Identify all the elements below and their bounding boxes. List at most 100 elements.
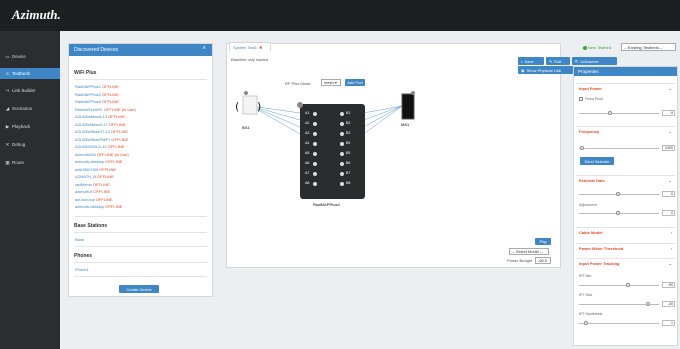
port-connector[interactable]: [340, 122, 344, 126]
slider-handle[interactable]: [584, 321, 588, 325]
port-connector[interactable]: [340, 182, 344, 186]
device-list-item[interactable]: RadMAPPlus2OFFLINE: [75, 92, 119, 97]
sidebar-item-device[interactable]: ▭ Device: [0, 51, 60, 62]
port-connector[interactable]: [313, 142, 317, 146]
input-power-section[interactable]: Input Power ⌄: [576, 83, 675, 92]
device-list-item[interactable]: RadMAPPlus1OFFLINE: [75, 84, 119, 89]
create-device-button[interactable]: Create Device: [119, 285, 159, 293]
frequency-value[interactable]: 2400: [662, 145, 675, 151]
port-label[interactable]: B8: [346, 181, 350, 185]
port-label[interactable]: A1: [305, 111, 309, 115]
sidebar-item-scenarios[interactable]: ◢ Scenarios: [0, 103, 60, 114]
port-connector[interactable]: [313, 172, 317, 176]
ipt-hysteresis-slider[interactable]: [579, 323, 659, 324]
cable-model-section[interactable]: Cable Model ›: [576, 227, 675, 236]
pkg-button[interactable]: Pkg: [535, 238, 551, 245]
device-list-item[interactable]: AZLB3WiMaxVT-12OFFLINE: [75, 129, 128, 134]
ipt-min-slider[interactable]: [579, 285, 659, 286]
device-list-item[interactable]: RadMAPPlus3OFFLINE: [75, 99, 119, 104]
port-label[interactable]: B3: [346, 131, 350, 135]
port-label[interactable]: B2: [346, 121, 350, 125]
port-connector[interactable]: [340, 152, 344, 156]
slider-handle[interactable]: [616, 192, 620, 196]
slider-handle[interactable]: [580, 146, 584, 150]
base-station-item[interactable]: Base: [75, 237, 84, 242]
slider-handle[interactable]: [626, 283, 630, 287]
fixed-point-checkbox[interactable]: [579, 97, 583, 101]
port-connector[interactable]: [313, 112, 317, 116]
port-connector[interactable]: [340, 142, 344, 146]
device-list-item[interactable]: AZLB3WiMaxPMP1OFFLINE: [75, 137, 128, 142]
frequency-slider[interactable]: [579, 148, 659, 149]
ipt-max-value[interactable]: -30: [662, 301, 675, 307]
sidebar-item-debug[interactable]: ✕ Debug: [0, 139, 60, 150]
exit-button[interactable]: ✎ Exit: [546, 57, 570, 65]
port-label[interactable]: B1: [346, 111, 350, 115]
existing-testbeds-select[interactable]: -- Existing Testbeds --: [621, 43, 676, 51]
input-power-value[interactable]: -9: [662, 110, 675, 116]
port-connector[interactable]: [313, 132, 317, 136]
port-label[interactable]: B6: [346, 161, 350, 165]
sidebar-item-route[interactable]: ▦ Route: [0, 157, 60, 168]
port-label[interactable]: B4: [346, 141, 350, 145]
slider-handle[interactable]: [616, 211, 620, 215]
input-power-tracking-section[interactable]: Input Power Tracking ⌄: [576, 258, 675, 267]
port-connector[interactable]: [340, 162, 344, 166]
device-list-item[interactable]: AZLB3WiMax4-17OFFLINE: [75, 122, 125, 127]
device-list-item[interactable]: azimuth-desktopOFFLINE: [75, 204, 122, 209]
port-connector[interactable]: [313, 122, 317, 126]
ipt-hysteresis-value[interactable]: 1: [662, 320, 675, 326]
device-list-item[interactable]: azimuth038OFFLINE (in Use): [75, 152, 129, 157]
port-label[interactable]: A8: [305, 181, 309, 185]
external-gain-value[interactable]: 0: [662, 191, 675, 197]
device-list-item[interactable]: azimuth-desktopOFFLINE: [75, 159, 122, 164]
port-label[interactable]: A2: [305, 121, 309, 125]
panel-header[interactable]: Discovered Devices ˄: [69, 44, 212, 56]
slider-handle[interactable]: [646, 302, 650, 306]
sidebar-item-testbeds[interactable]: ≡ Testbeds: [0, 68, 60, 79]
new-testbed-link[interactable]: New Testbed: [583, 45, 611, 50]
testbed-canvas[interactable]: Baseline only loaded RF Plus Mode: mesh …: [226, 43, 561, 268]
port-connector[interactable]: [313, 182, 317, 186]
phone-item[interactable]: Phone1: [75, 267, 89, 272]
device-list-item[interactable]: azimuth-ltOFFLINE: [75, 189, 110, 194]
port-label[interactable]: B5: [346, 151, 350, 155]
port-connector[interactable]: [340, 132, 344, 136]
save-button[interactable]: ▪ Save: [518, 57, 544, 65]
port-label[interactable]: A7: [305, 171, 309, 175]
adjustment-value[interactable]: 0: [662, 210, 675, 216]
device-list-item[interactable]: AZLB3S2WLD-11OFFLINE: [75, 144, 124, 149]
device-list-item[interactable]: RedHatTechRCOFFLINE (in Use): [75, 107, 136, 112]
input-power-slider[interactable]: [579, 113, 659, 114]
port-connector[interactable]: [340, 112, 344, 116]
frequency-section[interactable]: Frequency ⌄: [576, 126, 675, 135]
radmap-device-box[interactable]: [300, 104, 365, 199]
port-label[interactable]: A3: [305, 131, 309, 135]
port-label[interactable]: A5: [305, 151, 309, 155]
port-label[interactable]: B7: [346, 171, 350, 175]
select-model-dropdown[interactable]: -- Select Model --: [509, 248, 549, 255]
port-connector[interactable]: [313, 162, 317, 166]
external-gain-section[interactable]: External Gain ⌄: [576, 175, 675, 184]
device-list-item[interactable]: azi-box-topOFFLINE: [75, 197, 113, 202]
unbounce-button[interactable]: ⇱ Unbounce: [572, 57, 617, 65]
tab-system-test1[interactable]: System Test1 ✖: [229, 42, 271, 51]
power-budget-input[interactable]: -60.0: [535, 257, 551, 264]
close-icon[interactable]: ✖: [259, 45, 262, 50]
device-list-item[interactable]: radMemoOFFLINE: [75, 182, 110, 187]
device-list-item[interactable]: AZMATH_BOFFLINE: [75, 174, 114, 179]
send-selector-button[interactable]: Send Selector: [580, 157, 614, 165]
device-list-item[interactable]: AZLB3wiMaxA-13OFFLINE: [75, 114, 125, 119]
power-meter-section[interactable]: Power Meter Threshold ›: [576, 243, 675, 252]
port-label[interactable]: A4: [305, 141, 309, 145]
port-connector[interactable]: [313, 152, 317, 156]
port-connector[interactable]: [340, 172, 344, 176]
port-label[interactable]: A6: [305, 161, 309, 165]
device-list-item[interactable]: aclb3MCH59OFFLINE: [75, 167, 116, 172]
show-physical-link-button[interactable]: ◉ Show Physical Link: [518, 66, 573, 74]
sidebar-item-link-builder[interactable]: ↪ Link Builder: [0, 85, 60, 96]
slider-handle[interactable]: [608, 111, 612, 115]
sidebar-item-playback[interactable]: ▶ Playback: [0, 121, 60, 132]
chevron-up-icon[interactable]: ˄: [202, 46, 206, 52]
ipt-min-value[interactable]: -90: [662, 282, 675, 288]
